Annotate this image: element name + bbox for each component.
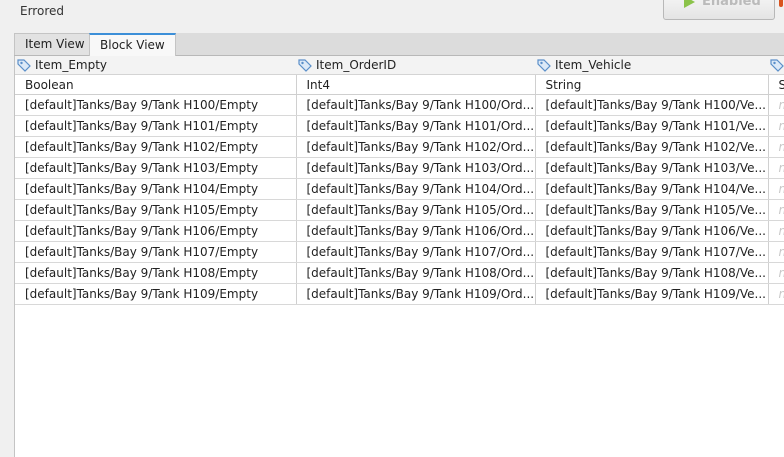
cell-extra[interactable]: n	[768, 115, 784, 137]
table-row[interactable]: [default]Tanks/Bay 9/Tank H106/Empty [def…	[15, 220, 784, 242]
column-type: String	[535, 74, 769, 95]
tag-name: Item_Empty	[35, 58, 108, 72]
cell-extra[interactable]: n	[768, 283, 784, 305]
cell-vehicle[interactable]: [default]Tanks/Bay 9/Tank H100/Ve...	[535, 94, 769, 116]
cell-vehicle[interactable]: [default]Tanks/Bay 9/Tank H103/Ve...	[535, 157, 769, 179]
cell-empty[interactable]: [default]Tanks/Bay 9/Tank H103/Empty	[15, 157, 297, 179]
column-type: Int4	[296, 74, 536, 95]
tag-name: Item_Vehicle	[555, 58, 632, 72]
column-tag-header[interactable]: Item_Empty	[15, 56, 296, 75]
cell-order-id[interactable]: [default]Tanks/Bay 9/Tank H100/Ord...	[296, 94, 536, 116]
cell-empty[interactable]: [default]Tanks/Bay 9/Tank H107/Empty	[15, 241, 297, 263]
cell-empty[interactable]: [default]Tanks/Bay 9/Tank H104/Empty	[15, 178, 297, 200]
table-row[interactable]: [default]Tanks/Bay 9/Tank H101/Empty [def…	[15, 115, 784, 137]
cell-empty[interactable]: [default]Tanks/Bay 9/Tank H109/Empty	[15, 283, 297, 305]
cell-vehicle[interactable]: [default]Tanks/Bay 9/Tank H102/Ve...	[535, 136, 769, 158]
cell-order-id[interactable]: [default]Tanks/Bay 9/Tank H104/Ord...	[296, 178, 536, 200]
cell-order-id[interactable]: [default]Tanks/Bay 9/Tank H105/Ord...	[296, 199, 536, 221]
column-type: Boolean	[15, 74, 297, 95]
table-row[interactable]: [default]Tanks/Bay 9/Tank H107/Empty [def…	[15, 241, 784, 263]
cell-vehicle[interactable]: [default]Tanks/Bay 9/Tank H109/Ve...	[535, 283, 769, 305]
edge-marker	[779, 0, 783, 7]
column-tag-header[interactable]	[768, 56, 784, 75]
cell-empty[interactable]: [default]Tanks/Bay 9/Tank H102/Empty	[15, 136, 297, 158]
tag-icon	[537, 59, 551, 72]
cell-extra[interactable]: n	[768, 199, 784, 221]
table-row[interactable]: [default]Tanks/Bay 9/Tank H108/Empty [def…	[15, 262, 784, 284]
tab-item-view[interactable]: Item View	[14, 33, 96, 55]
cell-order-id[interactable]: [default]Tanks/Bay 9/Tank H102/Ord...	[296, 136, 536, 158]
type-header-row: Boolean Int4 String S	[15, 74, 784, 95]
status-text: Errored	[20, 4, 64, 18]
cell-extra[interactable]: n	[768, 220, 784, 242]
cell-vehicle[interactable]: [default]Tanks/Bay 9/Tank H108/Ve...	[535, 262, 769, 284]
table-row[interactable]: [default]Tanks/Bay 9/Tank H102/Empty [def…	[15, 136, 784, 158]
tag-header-row: Item_Empty Item_OrderID Item_Vehicle	[15, 56, 784, 75]
tab-block-view[interactable]: Block View	[89, 33, 176, 56]
cell-vehicle[interactable]: [default]Tanks/Bay 9/Tank H105/Ve...	[535, 199, 769, 221]
tag-icon	[770, 59, 784, 72]
cell-order-id[interactable]: [default]Tanks/Bay 9/Tank H106/Ord...	[296, 220, 536, 242]
block-table: Item_Empty Item_OrderID Item_Vehicle Boo…	[15, 56, 784, 305]
column-type: S	[768, 74, 784, 95]
cell-vehicle[interactable]: [default]Tanks/Bay 9/Tank H104/Ve...	[535, 178, 769, 200]
enabled-button-label: Enabled	[702, 0, 761, 9]
play-icon	[684, 0, 695, 8]
cell-extra[interactable]: n	[768, 178, 784, 200]
cell-extra[interactable]: n	[768, 241, 784, 263]
block-view-grid: Item_Empty Item_OrderID Item_Vehicle Boo…	[14, 56, 784, 457]
tag-icon	[298, 59, 312, 72]
view-tabs: Item View Block View	[14, 33, 784, 56]
cell-vehicle[interactable]: [default]Tanks/Bay 9/Tank H107/Ve...	[535, 241, 769, 263]
tag-icon	[17, 59, 31, 72]
cell-empty[interactable]: [default]Tanks/Bay 9/Tank H100/Empty	[15, 94, 297, 116]
table-row[interactable]: [default]Tanks/Bay 9/Tank H103/Empty [def…	[15, 157, 784, 179]
column-tag-header[interactable]: Item_Vehicle	[535, 56, 768, 75]
cell-order-id[interactable]: [default]Tanks/Bay 9/Tank H108/Ord...	[296, 262, 536, 284]
cell-order-id[interactable]: [default]Tanks/Bay 9/Tank H107/Ord...	[296, 241, 536, 263]
table-row[interactable]: [default]Tanks/Bay 9/Tank H105/Empty [def…	[15, 199, 784, 221]
cell-order-id[interactable]: [default]Tanks/Bay 9/Tank H103/Ord...	[296, 157, 536, 179]
cell-empty[interactable]: [default]Tanks/Bay 9/Tank H108/Empty	[15, 262, 297, 284]
cell-vehicle[interactable]: [default]Tanks/Bay 9/Tank H106/Ve...	[535, 220, 769, 242]
cell-extra[interactable]: n	[768, 157, 784, 179]
cell-extra[interactable]: n	[768, 94, 784, 116]
cell-extra[interactable]: n	[768, 136, 784, 158]
table-row[interactable]: [default]Tanks/Bay 9/Tank H100/Empty [def…	[15, 94, 784, 116]
cell-vehicle[interactable]: [default]Tanks/Bay 9/Tank H101/Ve...	[535, 115, 769, 137]
cell-empty[interactable]: [default]Tanks/Bay 9/Tank H101/Empty	[15, 115, 297, 137]
cell-order-id[interactable]: [default]Tanks/Bay 9/Tank H109/Ord...	[296, 283, 536, 305]
cell-empty[interactable]: [default]Tanks/Bay 9/Tank H106/Empty	[15, 220, 297, 242]
cell-empty[interactable]: [default]Tanks/Bay 9/Tank H105/Empty	[15, 199, 297, 221]
table-row[interactable]: [default]Tanks/Bay 9/Tank H109/Empty [def…	[15, 283, 784, 305]
table-row[interactable]: [default]Tanks/Bay 9/Tank H104/Empty [def…	[15, 178, 784, 200]
enabled-button[interactable]: Enabled	[663, 0, 775, 20]
cell-extra[interactable]: n	[768, 262, 784, 284]
cell-order-id[interactable]: [default]Tanks/Bay 9/Tank H101/Ord...	[296, 115, 536, 137]
column-tag-header[interactable]: Item_OrderID	[296, 56, 535, 75]
tag-name: Item_OrderID	[316, 58, 397, 72]
